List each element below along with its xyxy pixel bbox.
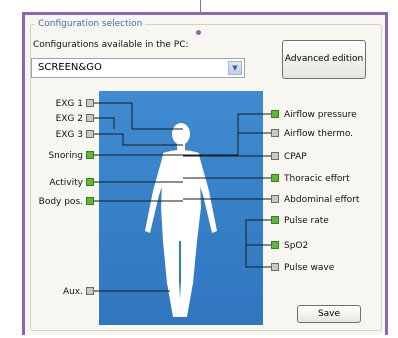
sensor-checkbox-abdominal-effort[interactable] xyxy=(271,195,279,203)
sensor-label-snoring: Snoring xyxy=(48,151,83,161)
sensor-label-exg1: EXG 1 xyxy=(55,99,83,109)
sensor-label-activity: Activity xyxy=(49,178,83,188)
sensor-checkbox-pulse-wave[interactable] xyxy=(271,263,279,271)
sensor-checkbox-snoring[interactable] xyxy=(86,151,94,159)
sensor-checkbox-airflow-pressure[interactable] xyxy=(271,110,279,118)
sensor-label-exg2: EXG 2 xyxy=(55,114,83,124)
sensor-checkbox-exg1[interactable] xyxy=(86,99,94,107)
sensor-checkbox-exg3[interactable] xyxy=(86,130,94,138)
sensor-checkbox-aux[interactable] xyxy=(86,287,94,295)
sensor-label-cpap: CPAP xyxy=(284,152,307,162)
sensor-label-airflow-thermo: Airflow thermo. xyxy=(284,129,354,139)
sensor-checkbox-thoracic-effort[interactable] xyxy=(271,174,279,182)
sensor-checkbox-body-pos[interactable] xyxy=(86,197,94,205)
sensor-label-pulse-wave: Pulse wave xyxy=(284,263,335,273)
sensor-label-airflow-pressure: Airflow pressure xyxy=(284,110,357,120)
sensor-label-spo2: SpO2 xyxy=(284,241,309,251)
sensor-checkbox-activity[interactable] xyxy=(86,178,94,186)
sensor-label-aux: Aux. xyxy=(62,287,83,297)
sensor-label-exg3: EXG 3 xyxy=(55,130,83,140)
sensor-checkbox-cpap[interactable] xyxy=(271,152,279,160)
sensor-label-body-pos: Body pos. xyxy=(38,197,83,207)
sensor-checkbox-airflow-thermo[interactable] xyxy=(271,129,279,137)
sensor-label-pulse-rate: Pulse rate xyxy=(284,216,329,226)
sensor-label-abdominal-effort: Abdominal effort xyxy=(284,195,360,205)
sensor-label-thoracic-effort: Thoracic effort xyxy=(284,174,350,184)
sensor-checkbox-exg2[interactable] xyxy=(86,114,94,122)
sensor-checkbox-pulse-rate[interactable] xyxy=(271,216,279,224)
save-button[interactable]: Save xyxy=(297,305,361,323)
sensor-checkbox-spo2[interactable] xyxy=(271,241,279,249)
